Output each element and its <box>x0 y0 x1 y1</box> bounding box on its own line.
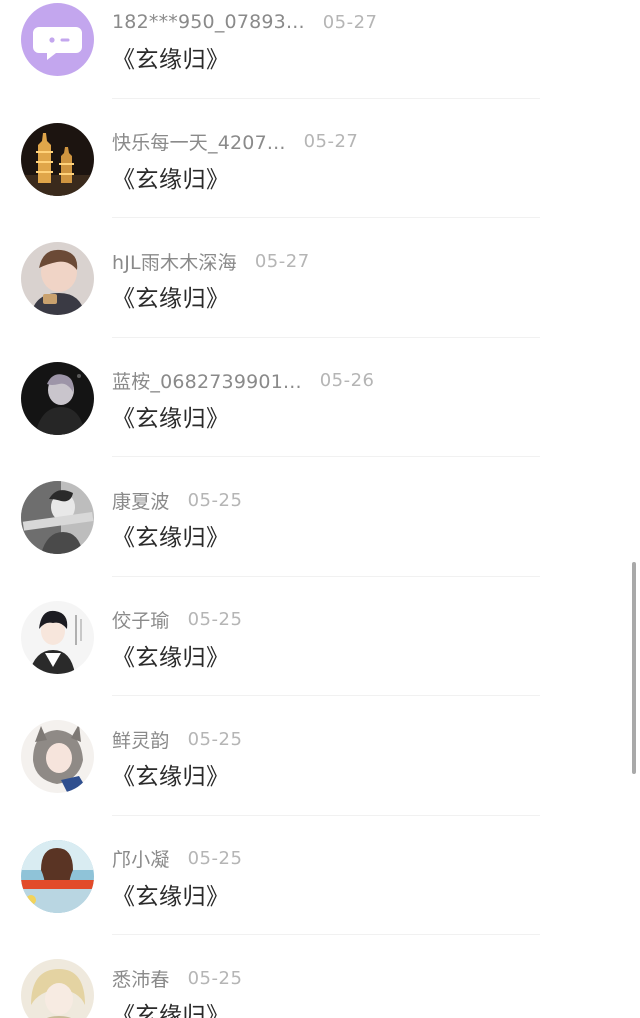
list-item[interactable]: 悉沛春 05-25 《玄缘归》 <box>0 935 640 1018</box>
book-title[interactable]: 《玄缘归》 <box>112 399 230 433</box>
chat-bubble-avatar-icon[interactable] <box>21 3 94 76</box>
grey-illustration-avatar[interactable] <box>21 481 94 554</box>
blonde-illustration-avatar[interactable] <box>21 959 94 1018</box>
comment-date: 05-26 <box>319 370 375 391</box>
user-name[interactable]: 邝小凝 <box>112 845 170 872</box>
user-name[interactable]: 快乐每一天_4207... <box>112 128 286 155</box>
scrollbar[interactable] <box>632 562 636 774</box>
user-name[interactable]: 182***950_07893... <box>112 11 305 33</box>
list-item[interactable]: 182***950_07893... 05-27 《玄缘归》 <box>0 0 640 99</box>
night-pagoda-avatar[interactable] <box>21 122 94 196</box>
list-item[interactable]: 蓝桉_0682739901... 05-26 《玄缘归》 <box>0 338 640 457</box>
book-title[interactable]: 《玄缘归》 <box>112 877 230 911</box>
comment-meta: 鲜灵韵 05-25 <box>112 726 242 752</box>
list-item[interactable]: 佼子瑜 05-25 《玄缘归》 <box>0 577 640 696</box>
book-title[interactable]: 《玄缘归》 <box>112 279 230 313</box>
comment-list[interactable]: 182***950_07893... 05-27 《玄缘归》 快乐每一天_420… <box>0 0 640 1018</box>
comment-date: 05-25 <box>187 848 243 869</box>
person-avatar[interactable] <box>21 242 94 315</box>
comment-meta: 蓝桉_0682739901... 05-26 <box>112 368 375 394</box>
comment-meta: hJL雨木木深海 05-27 <box>112 248 310 274</box>
comment-date: 05-27 <box>254 250 310 272</box>
comment-date: 05-25 <box>187 489 243 511</box>
user-name[interactable]: 蓝桉_0682739901... <box>112 367 302 394</box>
comment-date: 05-25 <box>187 967 243 989</box>
user-name[interactable]: 鲜灵韵 <box>112 726 170 753</box>
list-item[interactable]: 快乐每一天_4207... 05-27 《玄缘归》 <box>0 99 640 218</box>
comment-meta: 邝小凝 05-25 <box>112 846 242 872</box>
list-item[interactable]: 鲜灵韵 05-25 《玄缘归》 <box>0 696 640 816</box>
book-title[interactable]: 《玄缘归》 <box>112 757 230 791</box>
book-title[interactable]: 《玄缘归》 <box>112 160 230 194</box>
comment-meta: 康夏波 05-25 <box>112 487 242 513</box>
anime-boy-avatar[interactable] <box>21 600 94 674</box>
comment-meta: 悉沛春 05-25 <box>112 965 242 991</box>
book-title[interactable]: 《玄缘归》 <box>112 518 230 552</box>
comment-date: 05-27 <box>303 131 359 152</box>
comment-date: 05-25 <box>187 609 243 630</box>
list-item[interactable]: 邝小凝 05-25 《玄缘归》 <box>0 816 640 935</box>
book-title[interactable]: 《玄缘归》 <box>112 996 230 1018</box>
girl-photo-avatar[interactable] <box>21 839 94 913</box>
comment-meta: 快乐每一天_4207... 05-27 <box>112 129 358 155</box>
book-title[interactable]: 《玄缘归》 <box>112 638 230 672</box>
comment-date: 05-25 <box>187 728 243 750</box>
comment-meta: 182***950_07893... 05-27 <box>112 9 378 35</box>
list-item[interactable]: 康夏波 05-25 《玄缘归》 <box>0 457 640 577</box>
comment-date: 05-27 <box>322 11 378 33</box>
user-name[interactable]: 悉沛春 <box>112 965 170 992</box>
list-item[interactable]: hJL雨木木深海 05-27 《玄缘归》 <box>0 218 640 338</box>
comment-meta: 佼子瑜 05-25 <box>112 607 242 633</box>
anime-girl-avatar[interactable] <box>21 720 94 793</box>
comment-list-screen: 182***950_07893... 05-27 《玄缘归》 快乐每一天_420… <box>0 0 640 1018</box>
user-name[interactable]: 康夏波 <box>112 487 170 514</box>
dark-person-avatar[interactable] <box>21 361 94 435</box>
user-name[interactable]: hJL雨木木深海 <box>112 248 237 275</box>
user-name[interactable]: 佼子瑜 <box>112 606 170 633</box>
book-title[interactable]: 《玄缘归》 <box>112 40 230 74</box>
